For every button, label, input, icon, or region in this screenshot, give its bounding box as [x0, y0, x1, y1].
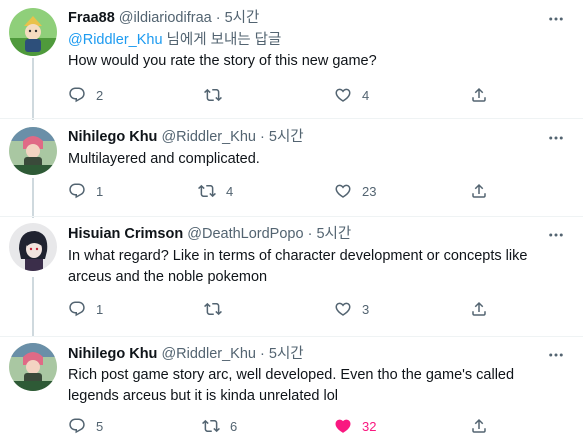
retweet-count: 4: [226, 183, 234, 199]
reply-button[interactable]: 5: [68, 416, 103, 436]
share-button[interactable]: [470, 85, 488, 105]
like-button[interactable]: 4: [334, 85, 369, 105]
reply-to-link[interactable]: @Riddler_Khu: [68, 32, 163, 48]
username[interactable]: @Riddler_Khu: [161, 346, 256, 362]
separator-dot: ·: [260, 346, 265, 362]
action-bar: 1 4 23: [60, 181, 570, 201]
like-button[interactable]: 3: [334, 299, 369, 319]
separator-dot: ·: [307, 226, 313, 242]
tweet[interactable]: Nihilego Khu @Riddler_Khu · 5시간 Rich pos…: [0, 338, 583, 439]
avatar[interactable]: [9, 343, 57, 391]
reply-icon: [68, 86, 86, 104]
tweet-text: Multilayered and complicated.: [68, 151, 260, 167]
like-icon: [334, 417, 352, 435]
retweet-icon: [204, 300, 222, 318]
retweet-button[interactable]: [204, 299, 232, 319]
tweet-text: How would you rate the story of this new…: [68, 53, 377, 69]
display-name[interactable]: Nihilego Khu: [68, 129, 157, 145]
separator-dot: ·: [260, 129, 265, 145]
reply-icon: [68, 417, 86, 435]
like-button[interactable]: 32: [334, 416, 376, 436]
like-button[interactable]: 23: [334, 181, 376, 201]
like-icon: [334, 182, 352, 200]
timestamp[interactable]: 5시간: [225, 10, 260, 26]
reply-count: 2: [96, 87, 104, 103]
separator-dot: ·: [215, 10, 221, 26]
username[interactable]: @ildiariodifraa: [119, 10, 212, 26]
reply-button[interactable]: 1: [68, 181, 103, 201]
username[interactable]: @DeathLordPopo: [187, 226, 303, 242]
reply-count: 1: [96, 183, 104, 199]
retweet-button[interactable]: 6: [202, 416, 237, 436]
more-icon[interactable]: [547, 10, 565, 28]
share-button[interactable]: [470, 299, 488, 319]
like-count: 3: [362, 301, 370, 317]
reply-button[interactable]: 1: [68, 299, 103, 319]
display-name[interactable]: Nihilego Khu: [68, 346, 157, 362]
display-name[interactable]: Hisuian Crimson: [68, 226, 183, 242]
share-button[interactable]: [470, 416, 488, 436]
retweet-button[interactable]: [204, 85, 232, 105]
reply-to-label: 님에게 보내는 답글: [162, 32, 282, 48]
tweet[interactable]: Hisuian Crimson @DeathLordPopo · 5시간 In …: [0, 218, 583, 338]
retweet-icon: [198, 182, 216, 200]
username[interactable]: @Riddler_Khu: [161, 129, 256, 145]
display-name[interactable]: Fraa88: [68, 10, 115, 26]
avatar[interactable]: [9, 223, 57, 271]
reply-icon: [68, 182, 86, 200]
retweet-button[interactable]: 4: [198, 181, 233, 201]
like-count: 32: [362, 418, 377, 434]
reply-context: @Riddler_Khu 님에게 보내는 답글: [68, 30, 568, 51]
tweet-text: Rich post game story arc, well developed…: [68, 367, 515, 404]
like-icon: [334, 300, 352, 318]
like-count: 4: [362, 87, 370, 103]
action-bar: 1 3: [60, 299, 570, 319]
more-icon[interactable]: [547, 226, 565, 244]
tweet-text: In what regard? Like in terms of charact…: [68, 248, 528, 285]
action-bar: 2 4: [60, 85, 570, 105]
divider: [0, 336, 583, 337]
share-icon: [470, 182, 488, 200]
like-count: 23: [362, 183, 377, 199]
tweet-header: Hisuian Crimson @DeathLordPopo · 5시간: [68, 225, 351, 243]
tweet[interactable]: Nihilego Khu @Riddler_Khu · 5시간 Multilay…: [0, 120, 583, 218]
reply-button[interactable]: 2: [68, 85, 103, 105]
retweet-icon: [204, 86, 222, 104]
divider: [0, 216, 583, 217]
more-icon[interactable]: [547, 346, 565, 364]
retweet-icon: [202, 417, 220, 435]
tweet[interactable]: Fraa88 @ildiariodifraa · 5시간 @Riddler_Kh…: [0, 0, 583, 120]
tweet-header: Nihilego Khu @Riddler_Khu · 5시간: [68, 128, 304, 146]
share-button[interactable]: [470, 181, 488, 201]
divider: [0, 118, 583, 119]
avatar[interactable]: [9, 127, 57, 175]
share-icon: [470, 86, 488, 104]
share-icon: [470, 417, 488, 435]
tweet-header: Nihilego Khu @Riddler_Khu · 5시간: [68, 345, 304, 363]
reply-count: 1: [96, 301, 104, 317]
retweet-count: 6: [230, 418, 238, 434]
more-icon[interactable]: [547, 129, 565, 147]
timestamp[interactable]: 5시간: [269, 346, 304, 362]
tweet-header: Fraa88 @ildiariodifraa · 5시간: [68, 9, 259, 27]
timestamp[interactable]: 5시간: [316, 226, 351, 242]
reply-count: 5: [96, 418, 104, 434]
action-bar: 5 6 32: [60, 416, 570, 436]
reply-icon: [68, 300, 86, 318]
avatar[interactable]: [9, 8, 57, 56]
timestamp[interactable]: 5시간: [269, 129, 304, 145]
like-icon: [334, 86, 352, 104]
share-icon: [470, 300, 488, 318]
